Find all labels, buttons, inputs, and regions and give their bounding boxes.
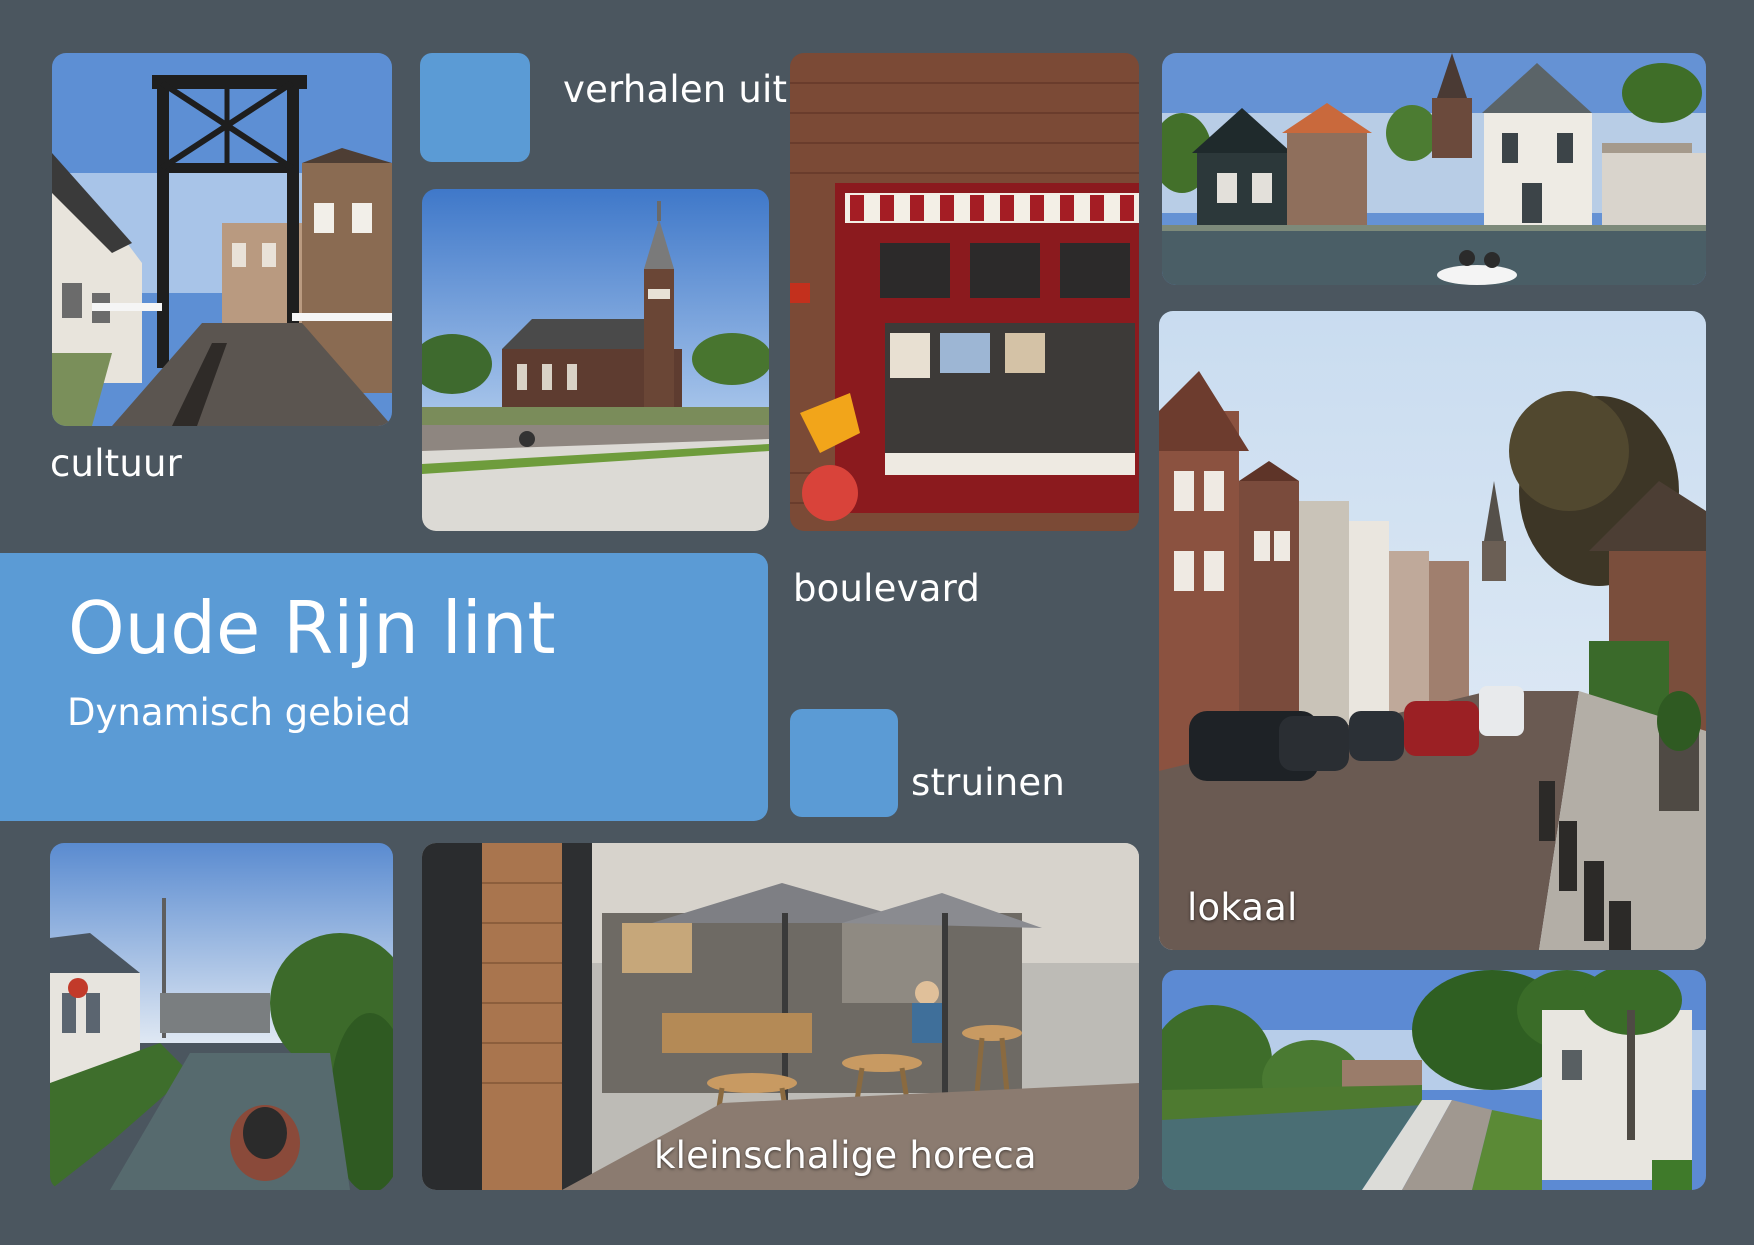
canal-boat-photo xyxy=(50,843,393,1190)
drawbridge-photo xyxy=(52,53,392,426)
village-street-photo xyxy=(1159,311,1706,950)
accent-square-struinen xyxy=(790,709,898,817)
shop-window-photo xyxy=(790,53,1139,531)
label-lokaal: lokaal xyxy=(1187,886,1298,929)
label-struinen: struinen xyxy=(911,761,1065,804)
page-title: Oude Rijn lint xyxy=(68,586,556,670)
label-horeca: kleinschalige horeca xyxy=(654,1134,1037,1177)
accent-square-top xyxy=(420,53,530,162)
river-path-photo xyxy=(1162,970,1706,1190)
page-subtitle: Dynamisch gebied xyxy=(67,691,411,734)
canal-houses-photo xyxy=(1162,53,1706,285)
church-photo xyxy=(422,189,769,531)
label-boulevard: boulevard xyxy=(793,567,981,610)
label-cultuur: cultuur xyxy=(50,442,183,485)
